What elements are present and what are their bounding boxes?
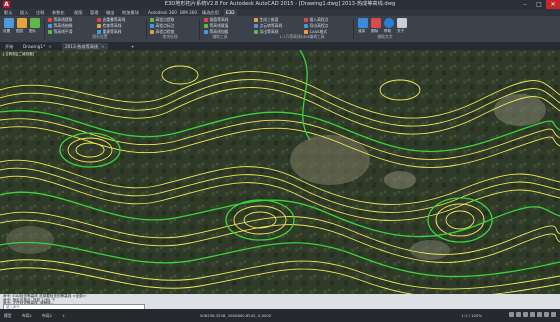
close-button[interactable]: ✕ [546,0,560,9]
insert-elev-point-button[interactable]: 插入高程点 [304,17,328,23]
ribbon-tabs: 默认 插入 注释 参数化 视图 管理 输出 附加模块 Autodesk 360 … [0,9,560,16]
ribbon-separator [146,19,147,39]
workspace-gear-icon[interactable] [544,312,549,317]
elevation-label: • [300,108,302,113]
ortho-icon[interactable] [523,312,528,317]
panel-title-tools: 辅助工具 [212,34,228,39]
contour-thin-button[interactable]: 等高线抽稀 [48,23,72,29]
panel-title-graphics: 图形设置 [92,34,108,39]
file-tab-contours[interactable]: 2013-热成等高线 × [62,43,108,50]
annotation-scale[interactable]: 1:1 / 100% [461,313,482,318]
elev-point-extract-button[interactable]: 高程点提取 [150,17,174,23]
elev-point-label-button[interactable]: 高程点标注 [150,23,174,29]
command-window: 命令: E3D检查等高线 选择要检查的等高线 <全部>: 命令: 指定对角点: … [0,294,560,310]
file-tab-start[interactable]: 开始 [2,43,16,50]
layer-icon[interactable] [17,18,27,28]
status-toggles [507,312,556,317]
grid-icon[interactable] [509,312,514,317]
status-bar: 模型 布局1 布局2 + 506236.3538, 2650800.6542, … [0,309,560,322]
tab-autodesk360[interactable]: Autodesk 360 [148,9,177,16]
file-tab-drawing1[interactable]: Drawing1* × [20,43,55,50]
title-bar: A E3D地形拓片系统V2.8 For Autodesk AutoCAD 201… [0,0,560,9]
polar-icon[interactable] [530,312,535,317]
snap-icon[interactable] [516,312,521,317]
tab-e3d[interactable]: E3D [224,9,237,16]
tab-view[interactable]: 视图 [74,9,82,16]
viewport-label[interactable]: [-][俯视][二维线框] [3,52,34,57]
image-icon[interactable] [30,18,40,28]
tab-parametric[interactable]: 参数化 [52,9,65,16]
panel-title-text: 辅助文字 [377,34,393,39]
interpolate-contour-button[interactable]: 插值等高线 [204,17,228,23]
check-contour-button[interactable]: 检查等高线 [97,23,121,29]
osnap-icon[interactable] [537,312,542,317]
pointcloud-contour-button[interactable]: 点云转等高线 [254,23,282,29]
layer-label: 图层 [16,29,24,33]
tab-output[interactable]: 输出 [106,9,114,16]
settings-label: 设置 [3,29,11,33]
ribbon-separator [353,19,354,39]
layout-tab-model[interactable]: 模型 [4,313,12,318]
delete-icon[interactable] [371,18,381,28]
contour-map[interactable]: • • • [0,50,560,294]
remove-overlap-button[interactable]: 去重叠等高线 [97,17,125,23]
elevation-label: • [330,206,332,211]
settings-icon[interactable] [4,18,14,28]
ribbon-separator [44,19,45,39]
close-icon[interactable]: × [48,44,52,49]
maximize-button[interactable]: □ [532,0,546,9]
tab-insert[interactable]: 插入 [20,9,28,16]
drawing-canvas[interactable]: • • • [0,50,560,294]
tab-home[interactable]: 默认 [4,9,12,16]
export-elev-point-button[interactable]: 导出高程点 [304,23,328,29]
file-tab-label: Drawing1* [23,44,46,49]
panel-title-dem-tools: 1:2万等高线DEM编辑工具 [279,34,325,39]
contour-smooth-button[interactable]: 等高线平滑 [48,29,72,35]
file-tab-label: 2013-热成等高线 [65,44,99,49]
elevation-label: • [466,209,468,214]
tab-manage[interactable]: 管理 [90,9,98,16]
tab-bim360[interactable]: BIM 360 [180,9,197,16]
new-tab-button[interactable]: + [128,43,138,50]
window-title: E3D地形拓片系统V2.8 For Autodesk AutoCAD 2015 … [164,1,396,7]
file-tabs: 开始 Drawing1* × 2013-热成等高线 × + [0,42,560,50]
layout-tab-2[interactable]: 布局2 [42,313,52,318]
help-icon[interactable] [384,18,394,28]
tab-featured-apps[interactable]: 精选应用 [202,9,219,16]
customize-menu-icon[interactable] [551,312,556,317]
render-icon[interactable] [358,18,368,28]
minimize-button[interactable]: – [518,0,532,9]
assign-value-button[interactable]: 等高线赋值 [204,23,228,29]
contour-extract-button[interactable]: 等高线提取 [48,17,72,23]
coordinate-readout: 506236.3538, 2650800.6542, 0.0000 [200,313,272,318]
tab-addins[interactable]: 附加模块 [122,9,139,16]
layout-tab-1[interactable]: 布局1 [22,313,32,318]
add-layout-button[interactable]: + [62,313,65,318]
panel-title-parcel: 地块处理 [162,34,178,39]
about-icon[interactable] [397,18,407,28]
tab-annotate[interactable]: 注释 [36,9,44,16]
close-icon[interactable]: × [101,44,105,49]
generate-3dface-button[interactable]: 生成三维面 [254,17,278,23]
image-label: 图片 [29,29,37,33]
